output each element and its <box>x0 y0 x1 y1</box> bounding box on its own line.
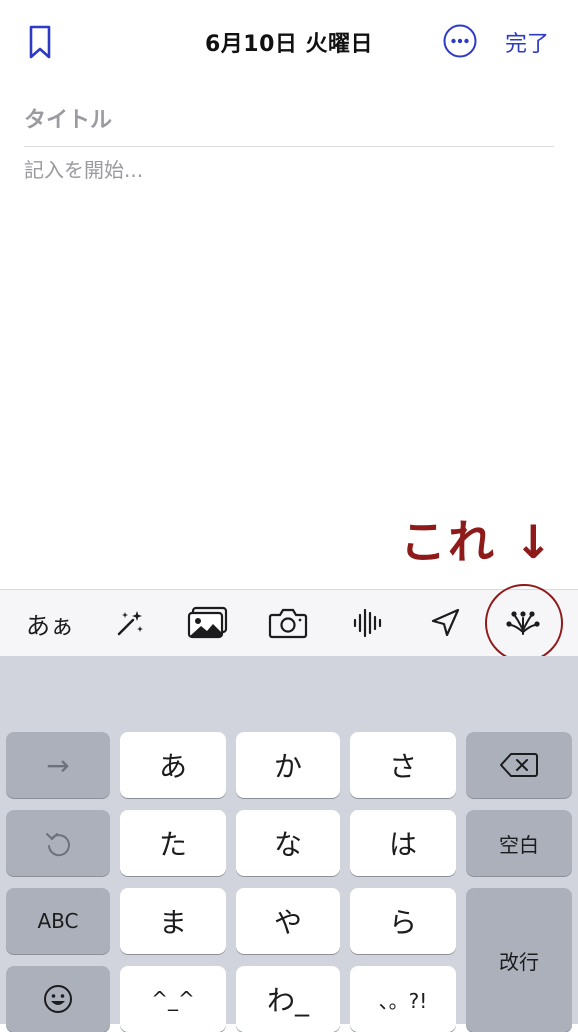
key-ya[interactable]: や <box>236 888 340 954</box>
key-label: 改行 <box>499 950 539 974</box>
audio-waveform-icon <box>353 608 382 638</box>
annotation-highlight-circle <box>485 584 563 662</box>
key-na[interactable]: な <box>236 810 340 876</box>
more-options-icon[interactable] <box>443 24 477 58</box>
key-label: あ <box>158 750 187 783</box>
editor-header: 6月10日 火曜日 完了 <box>0 0 578 84</box>
text-format-label: あぁ <box>26 611 74 640</box>
location-arrow-icon <box>431 608 460 637</box>
key-return[interactable]: 改行 <box>466 888 572 1032</box>
key-label: な <box>273 828 302 861</box>
key-ka[interactable]: か <box>236 732 340 798</box>
done-button[interactable]: 完了 <box>505 26 549 58</box>
key-space[interactable]: 空白 <box>466 810 572 876</box>
japanese-keyboard: → あ か さ た な は 空白 ABC ま や ら 改行 ^_^ わ_ 、。?… <box>0 656 578 1032</box>
emoji-face-icon <box>44 985 72 1013</box>
key-punctuation[interactable]: 、。?! <box>350 966 456 1032</box>
key-ra[interactable]: ら <box>350 888 456 954</box>
key-label: ABC <box>37 909 79 933</box>
magic-wand-button[interactable] <box>95 590 165 656</box>
entry-date-title: 6月10日 火曜日 <box>204 32 374 57</box>
key-label: た <box>158 828 187 861</box>
key-ta[interactable]: た <box>120 810 226 876</box>
undo-icon <box>46 833 70 857</box>
photo-library-icon <box>187 606 228 639</box>
key-label: か <box>273 750 302 783</box>
key-next-char[interactable]: → <box>6 732 110 798</box>
key-label: さ <box>388 750 417 783</box>
key-label: → <box>46 748 70 782</box>
key-label: ^_^ <box>151 987 195 1011</box>
key-label: や <box>273 906 302 939</box>
magic-wand-icon <box>117 611 143 636</box>
photo-library-button[interactable] <box>173 590 243 656</box>
camera-icon <box>268 608 308 639</box>
key-label: ま <box>158 906 187 939</box>
key-sa[interactable]: さ <box>350 732 456 798</box>
key-delete[interactable] <box>466 732 572 798</box>
text-format-button[interactable]: あぁ <box>15 590 85 656</box>
key-label: 、。?! <box>378 988 428 1013</box>
key-a[interactable]: あ <box>120 732 226 798</box>
key-label: わ_ <box>266 984 309 1017</box>
key-ma[interactable]: ま <box>120 888 226 954</box>
key-label: ら <box>388 906 417 939</box>
annotation-label: これ ↓ <box>400 515 555 569</box>
key-ha[interactable]: は <box>350 810 456 876</box>
audio-button[interactable] <box>333 590 403 656</box>
key-kaomoji[interactable]: ^_^ <box>120 966 226 1032</box>
location-button[interactable] <box>410 590 480 656</box>
delete-backspace-icon <box>500 753 538 777</box>
key-undo[interactable] <box>6 810 110 876</box>
key-wa[interactable]: わ_ <box>236 966 340 1032</box>
key-abc[interactable]: ABC <box>6 888 110 954</box>
body-input[interactable]: 記入を開始... <box>24 154 143 186</box>
key-emoji[interactable] <box>6 966 110 1032</box>
key-label: は <box>388 828 417 861</box>
title-input[interactable]: タイトル <box>24 104 554 147</box>
camera-button[interactable] <box>253 590 323 656</box>
key-label: 空白 <box>499 832 539 857</box>
